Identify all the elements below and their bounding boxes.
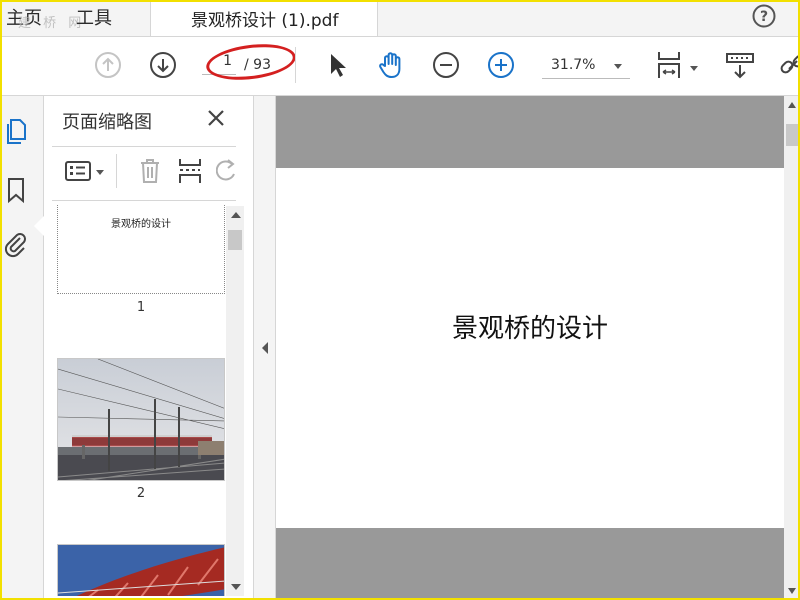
attachment-icon[interactable] <box>4 230 28 258</box>
thumbnail-page-3[interactable] <box>57 544 225 596</box>
bridge-photo-thumbnail <box>58 359 224 480</box>
toolbar-divider <box>295 47 296 83</box>
rotate-icon[interactable] <box>216 156 238 186</box>
zoom-value: 31.7% <box>551 57 596 73</box>
thumbnail-number: 1 <box>136 300 146 315</box>
thumbnail-options-icon[interactable] <box>64 156 92 186</box>
active-panel-pointer <box>34 216 44 236</box>
tab-bar: 主页 建 桥 网 工具 景观桥设计 (1).pdf ? <box>0 0 800 37</box>
toolbar: 1 / 93 31.7% <box>0 37 800 96</box>
close-icon[interactable] <box>204 106 228 130</box>
thumbnail-caption: 景观桥的设计 <box>111 219 171 230</box>
scroll-mode-icon[interactable] <box>725 50 755 80</box>
page-fit-icon[interactable] <box>654 50 684 80</box>
insert-page-icon[interactable] <box>176 156 204 186</box>
svg-text:?: ? <box>760 9 768 25</box>
zoom-select[interactable]: 31.7% <box>542 55 630 79</box>
scroll-down-icon[interactable] <box>788 588 796 594</box>
document-view: 景观桥的设计 <box>276 96 784 600</box>
navigation-rail <box>0 96 44 600</box>
scroll-up-icon[interactable] <box>231 212 241 218</box>
chevron-down-icon <box>614 64 622 69</box>
thumbnail-number: 2 <box>136 486 146 501</box>
panel-divider <box>52 200 236 201</box>
document-title: 景观桥的设计 <box>451 314 608 344</box>
thumbnail-list: 景观桥的设计 1 2 <box>44 204 226 596</box>
zoom-out-icon[interactable] <box>431 50 461 80</box>
hand-icon[interactable] <box>376 50 406 80</box>
zoom-in-icon[interactable] <box>486 50 516 80</box>
document-scrollbar[interactable] <box>784 96 800 600</box>
thumbnail-page-1[interactable]: 景观桥的设计 <box>57 204 225 294</box>
link-icon[interactable] <box>778 50 800 80</box>
select-arrow-icon[interactable] <box>322 50 352 80</box>
scroll-up-icon[interactable] <box>788 102 796 108</box>
panel-scrollbar[interactable] <box>226 206 244 596</box>
chevron-left-icon <box>262 342 268 354</box>
bridge-photo-thumbnail <box>58 545 224 596</box>
tool-divider <box>116 154 117 188</box>
panel-title: 页面缩略图 <box>62 112 152 133</box>
tab-document[interactable]: 景观桥设计 (1).pdf <box>150 0 378 36</box>
scroll-down-icon[interactable] <box>231 584 241 590</box>
tab-tools[interactable]: 工具 <box>76 4 112 30</box>
page-fit-dropdown[interactable] <box>690 66 698 71</box>
page-thumbnails-panel: 页面缩略图 景观桥的设计 1 2 <box>44 96 254 600</box>
thumbnail-page-2[interactable] <box>57 358 225 481</box>
scrollbar-thumb[interactable] <box>786 124 798 146</box>
page-thumbnails-icon[interactable] <box>4 116 28 144</box>
delete-icon[interactable] <box>136 156 164 186</box>
help-icon[interactable]: ? <box>752 4 776 28</box>
panel-divider <box>52 146 236 147</box>
page-up-icon[interactable] <box>93 50 123 80</box>
highlight-ellipse <box>204 39 298 85</box>
tab-document-label: 景观桥设计 (1).pdf <box>191 11 339 31</box>
document-page: 景观桥的设计 <box>276 168 784 528</box>
panel-collapse-handle[interactable] <box>254 96 276 600</box>
bookmark-icon[interactable] <box>4 176 28 204</box>
page-down-icon[interactable] <box>148 50 178 80</box>
thumbnail-options-dropdown[interactable] <box>96 170 104 175</box>
scrollbar-thumb[interactable] <box>228 230 242 250</box>
